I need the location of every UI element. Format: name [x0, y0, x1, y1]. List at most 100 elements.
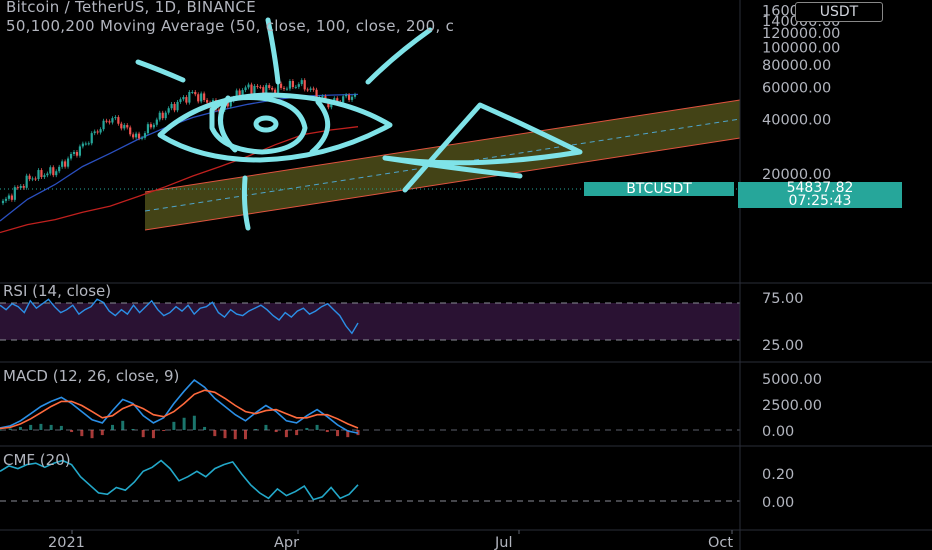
current-price-tag: 54837.82 07:25:43 — [738, 181, 902, 209]
candle-body — [4, 198, 8, 201]
candle-body — [309, 88, 312, 90]
candle-body — [197, 94, 200, 102]
candle-body — [146, 124, 150, 134]
bar-countdown: 07:25:43 — [788, 193, 852, 209]
candle-body — [16, 187, 19, 189]
candle-body — [40, 170, 43, 178]
candle-body — [276, 83, 280, 94]
candle-body — [81, 143, 84, 147]
macd-histogram-bar — [8, 428, 12, 430]
macd-histogram-bar — [39, 423, 43, 430]
candle-body — [188, 92, 191, 103]
macd-histogram-bar — [305, 427, 309, 430]
price-tick-label: 60000.00 — [762, 81, 831, 97]
candle-body — [185, 97, 188, 103]
chart-canvas[interactable]: 20000.0040000.0060000.0080000.00100000.0… — [0, 0, 932, 550]
candle-body — [259, 86, 262, 88]
candle-body — [321, 96, 324, 98]
candle-body — [102, 120, 105, 130]
currency-unit-button[interactable]: USDT — [795, 2, 883, 22]
candle-body — [312, 88, 315, 90]
macd-histogram-bar — [162, 430, 166, 432]
candle-body — [176, 101, 179, 111]
macd-histogram-bar — [243, 430, 247, 440]
candle-body — [84, 143, 87, 145]
macd-histogram-bar — [264, 424, 268, 430]
cmf-tick-label: 0.00 — [762, 495, 794, 511]
candle-body — [274, 89, 277, 94]
candle-body — [347, 94, 351, 100]
macd-histogram-bar — [233, 430, 237, 440]
candle-body — [90, 133, 93, 144]
candle-body — [244, 87, 247, 91]
candle-body — [256, 85, 259, 87]
rsi-tick-label: 25.00 — [762, 338, 804, 354]
macd-histogram-bar — [29, 424, 33, 430]
macd-histogram-bar — [70, 430, 74, 433]
candle-body — [191, 91, 194, 93]
candle-body — [279, 83, 283, 88]
macd-histogram-bar — [80, 430, 84, 437]
candle-body — [129, 127, 132, 135]
macd-histogram-bar — [100, 430, 104, 436]
price-tick-label: 80000.00 — [762, 58, 831, 74]
macd-tick-label: 0.00 — [762, 424, 794, 440]
candle-body — [137, 133, 141, 139]
candle-body — [126, 125, 129, 128]
candle-body — [43, 175, 46, 178]
macd-histogram-bar — [274, 430, 278, 433]
macd-histogram-bar — [141, 430, 145, 438]
macd-histogram-bar — [131, 428, 135, 430]
price-tick-label: 100000.00 — [762, 40, 840, 56]
doodle-ray — [365, 27, 433, 85]
macd-histogram-bar — [111, 424, 115, 430]
chart-window: 20000.00 40000.00 60000.00 80000.00 100000.0… — [0, 0, 932, 550]
candle-body — [72, 151, 76, 155]
candle-body — [167, 108, 170, 113]
candle-body — [143, 133, 147, 138]
candle-body — [300, 80, 303, 85]
macd-legend: MACD (12, 26, close, 9) — [3, 367, 179, 385]
candle-body — [117, 117, 120, 124]
candle-body — [105, 120, 108, 122]
candle-body — [69, 154, 73, 159]
candle-body — [61, 161, 64, 167]
candle-body — [37, 170, 40, 180]
macd-histogram-bar — [295, 430, 299, 436]
macd-histogram-bar — [254, 428, 258, 430]
candle-body — [58, 166, 61, 172]
candle-body — [206, 100, 209, 103]
candle-body — [78, 146, 82, 156]
candle-body — [282, 87, 286, 89]
macd-histogram-bar — [325, 430, 329, 433]
candle-body — [93, 131, 96, 134]
candle-body — [99, 129, 102, 133]
macd-histogram-bar — [0, 429, 2, 431]
macd-histogram-bar — [315, 424, 319, 430]
macd-histogram-bar — [90, 430, 94, 439]
cmf-tick-label: 0.20 — [762, 467, 794, 483]
candle-body — [303, 80, 306, 90]
candle-body — [10, 195, 13, 200]
candle-body — [353, 94, 357, 97]
doodle-ray — [135, 59, 186, 83]
candle-body — [49, 167, 52, 174]
candle-body — [111, 118, 114, 123]
candle-body — [114, 117, 117, 119]
candle-body — [120, 123, 123, 129]
candle-body — [7, 195, 11, 199]
candle-body — [31, 178, 34, 180]
macd-histogram-bar — [213, 430, 217, 437]
candle-body — [345, 94, 348, 97]
candle-body — [46, 173, 49, 176]
macd-histogram-bar — [49, 424, 53, 430]
candle-body — [271, 87, 274, 90]
macd-histogram-bar — [182, 417, 186, 430]
chart-title: Bitcoin / TetherUS, 1D, BINANCE — [6, 0, 256, 16]
symbol-price-tag: BTCUSDT — [584, 182, 734, 196]
time-tick-label: Jul — [494, 535, 513, 550]
macd-histogram-bar — [192, 415, 196, 430]
rsi-legend: RSI (14, close) — [3, 282, 111, 300]
candle-body — [108, 121, 111, 123]
candle-body — [161, 112, 164, 119]
